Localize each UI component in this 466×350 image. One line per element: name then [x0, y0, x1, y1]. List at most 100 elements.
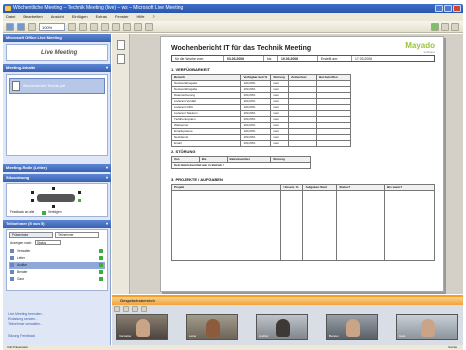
person-icon	[10, 249, 14, 253]
participant-avatar	[136, 319, 150, 337]
list-item[interactable]: Leiter	[9, 255, 105, 262]
app-icon	[5, 6, 11, 11]
feedback-checkbox[interactable]	[42, 211, 46, 215]
menu-extras[interactable]: Extras	[96, 13, 107, 21]
availability-table: Bereich Verfügbar-keit % Störung Zeitver…	[170, 74, 351, 147]
menu-fenster[interactable]: Fenster	[115, 13, 129, 21]
table-row: Email 100,00% nein	[170, 140, 351, 147]
seat-dot	[52, 205, 55, 208]
participant-avatar	[206, 319, 220, 337]
tab-attendees[interactable]: Teilnehmer	[55, 232, 99, 238]
thumbnail-page[interactable]	[117, 40, 125, 50]
menu-bearbeiten[interactable]: Bearbeiten	[23, 13, 42, 21]
status-icon	[99, 263, 103, 267]
tab-presenter[interactable]: Präsentator	[9, 232, 53, 238]
video-feed[interactable]: Leiter	[186, 314, 238, 340]
logo-box: Live Meeting	[6, 44, 108, 61]
window-titlebar: Wöchentliche Meeting – Technik Meeting (…	[3, 4, 463, 13]
panel-header-attendees[interactable]: Teilnehmer (5 von 5) ▾	[3, 220, 111, 228]
menu-ansicht[interactable]: Ansicht	[51, 13, 64, 21]
zoom-input[interactable]: 100%	[39, 22, 65, 31]
video-toolbar	[114, 305, 461, 313]
zoom-out-icon[interactable]	[79, 22, 87, 31]
participant-avatar	[421, 319, 435, 337]
menu-datei[interactable]: Datei	[6, 13, 15, 21]
thumbnail-page[interactable]	[117, 54, 125, 64]
list-item[interactable]: Berater	[9, 269, 105, 276]
live-meeting-logo: Live Meeting	[41, 50, 78, 56]
report-meta: für die Woche vom: 03.03.2006 bis 10.03.…	[171, 55, 435, 62]
person-icon	[10, 277, 14, 281]
panel-header-livemeeting: Microsoft Office Live Meeting	[3, 34, 111, 42]
seat-dot	[78, 199, 81, 202]
window-title: Wöchentliche Meeting – Technik Meeting (…	[13, 5, 184, 11]
company-logo: Mayado	[405, 41, 435, 50]
table-row: Kein Betriebsmittel war in Betrieb !	[171, 162, 311, 169]
panel-header-content[interactable]: Meeting-Inhalte ▾	[3, 64, 111, 72]
list-item[interactable]: Auditor	[9, 262, 105, 269]
video-feed[interactable]: Auditor	[256, 314, 308, 340]
feedback-link[interactable]: Sitzung Feedback	[8, 334, 35, 338]
status-icon	[99, 270, 103, 274]
document-title: Wochenbericht IT für das Technik Meeting	[171, 45, 312, 52]
seat-dot	[52, 187, 55, 190]
page-next-icon[interactable]	[145, 22, 153, 31]
table-row	[170, 190, 435, 261]
content-list: Wochenbericht Technik.pdf	[6, 74, 108, 156]
zoom-in-icon[interactable]	[68, 22, 76, 31]
manage-link[interactable]: Teilnehmer verwalten...	[8, 322, 44, 327]
section-heading: 3. PROJEKTE / AUFGABEN	[171, 177, 223, 182]
shape-icon[interactable]	[123, 22, 131, 31]
participant-avatar	[276, 319, 290, 337]
text-icon[interactable]	[112, 22, 120, 31]
options-icon[interactable]	[451, 23, 459, 31]
video-feed[interactable]: Berater	[326, 314, 378, 340]
share-icon[interactable]	[431, 23, 439, 31]
status-icon	[99, 256, 103, 260]
panel-header-seating[interactable]: Sitzordnung ▾	[3, 174, 111, 182]
seat-dot	[78, 191, 81, 194]
maximize-button[interactable]	[444, 5, 452, 12]
document-icon	[12, 81, 20, 91]
attendee-rows: Verwalter Leiter Auditor Berater Gast	[9, 248, 105, 283]
layout-icon[interactable]	[132, 306, 138, 312]
menu-einfuegen[interactable]: Einfügen	[72, 13, 88, 21]
back-icon[interactable]	[6, 22, 14, 31]
video-feed[interactable]: Gast	[396, 314, 458, 340]
seat-dot	[31, 191, 34, 194]
panel-header-role[interactable]: Meeting-Rolle (Leiter) ▾	[3, 164, 111, 172]
filter-select[interactable]: Status	[35, 240, 61, 245]
person-icon	[10, 256, 14, 260]
status-bar: Voll Präsentator Extras	[3, 345, 463, 350]
pen-icon[interactable]	[101, 22, 109, 31]
minimize-button[interactable]	[435, 5, 443, 12]
status-right: Extras	[448, 345, 457, 349]
bottom-links: Live Meeting beenden... Einladung senden…	[8, 312, 44, 327]
video-panel: Gesprächsbereich Verwalter Leiter Audito…	[112, 295, 463, 345]
content-item[interactable]: Wochenbericht Technik.pdf	[9, 78, 105, 94]
menu-hilfe[interactable]: Hilfe	[137, 13, 145, 21]
close-button[interactable]	[453, 5, 461, 12]
projects-table: Projekt Umsetz. % Aufgaben Start Status?…	[170, 184, 435, 261]
list-item[interactable]: Gast	[9, 276, 105, 283]
menu-help-icon[interactable]: ?	[153, 13, 155, 21]
list-item[interactable]: Verwalter	[9, 248, 105, 255]
status-icon	[99, 277, 103, 281]
status-icon	[99, 249, 103, 253]
status-left: Voll Präsentator	[7, 345, 29, 349]
pointer-icon[interactable]	[28, 22, 36, 31]
person-icon	[10, 270, 14, 274]
camera-icon[interactable]	[114, 306, 120, 312]
forward-icon[interactable]	[17, 22, 25, 31]
record-icon[interactable]	[441, 23, 449, 31]
video-feed[interactable]: Verwalter	[116, 314, 168, 340]
highlight-icon[interactable]	[90, 22, 98, 31]
seating-table	[37, 194, 75, 202]
settings-icon[interactable]	[141, 306, 147, 312]
section-heading: 2. STÖRUNG	[171, 149, 196, 154]
seat-dot	[31, 199, 34, 202]
speaker-icon[interactable]	[123, 306, 129, 312]
page-prev-icon[interactable]	[134, 22, 142, 31]
page-thumbnails	[112, 34, 130, 294]
person-icon	[10, 263, 14, 267]
